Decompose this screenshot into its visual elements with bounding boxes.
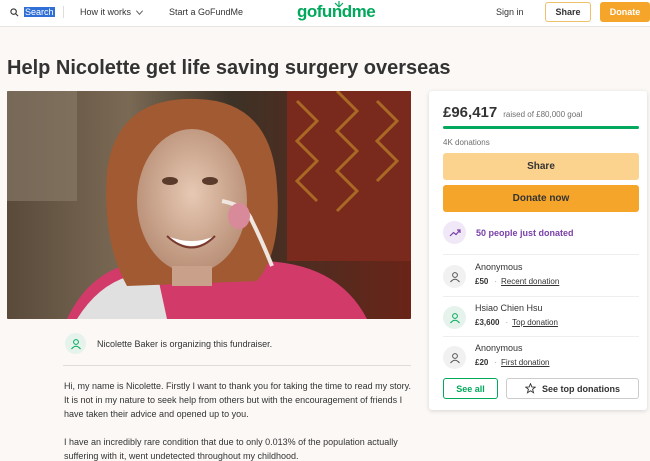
progress-fill [443, 126, 639, 129]
donor-avatar [443, 346, 466, 369]
header-donate-button[interactable]: Donate [600, 2, 650, 22]
donor-item: Anonymous £50 · Recent donation [443, 259, 639, 293]
search-link[interactable]: Search [10, 7, 55, 17]
campaign-story: Hi, my name is Nicolette. Firstly I want… [64, 379, 414, 461]
trend-text: 50 people just donated [476, 227, 574, 238]
donor-tag-link[interactable]: Recent donation [501, 277, 559, 286]
share-button[interactable]: Share [443, 153, 639, 180]
organizer-divider [63, 365, 411, 366]
user-icon [449, 352, 460, 363]
card-divider [443, 336, 639, 337]
sign-in-link[interactable]: Sign in [496, 7, 524, 17]
chevron-down-icon [136, 9, 144, 15]
separator-dot: · [494, 358, 498, 367]
donor-name: Anonymous [475, 262, 523, 272]
campaign-title: Help Nicolette get life saving surgery o… [7, 57, 451, 79]
campaign-photo [7, 91, 411, 319]
donor-meta: £50 · Recent donation [475, 277, 559, 286]
donor-avatar [443, 306, 466, 329]
donor-tag-link[interactable]: First donation [501, 358, 549, 367]
site-header: Search How it works Start a GoFundMe gof… [0, 0, 650, 27]
how-it-works-label: How it works [80, 7, 132, 17]
user-icon [70, 338, 81, 349]
donor-meta: £3,600 · Top donation [475, 318, 558, 327]
start-gofundme-link[interactable]: Start a GoFundMe [169, 7, 243, 17]
search-icon [10, 7, 19, 16]
trend-up-icon [449, 228, 461, 236]
donor-amount: £50 [475, 277, 489, 286]
progress-bar [443, 126, 639, 129]
see-top-donations-button[interactable]: See top donations [506, 378, 639, 399]
search-label: Search [24, 7, 55, 17]
donation-card: £96,417 raised of £80,000 goal 4K donati… [429, 91, 647, 410]
how-it-works-menu[interactable]: How it works [80, 7, 144, 17]
donor-avatar [443, 265, 466, 288]
logo-sun-icon [334, 1, 344, 8]
donor-meta: £20 · First donation [475, 358, 550, 367]
donation-count: 4K donations [443, 138, 490, 147]
see-top-donations-label: See top donations [541, 383, 620, 394]
separator-dot: · [494, 277, 498, 286]
donor-amount: £3,600 [475, 318, 500, 327]
card-divider [443, 296, 639, 297]
donor-name: Anonymous [475, 343, 523, 353]
donor-item: Hsiao Chien Hsu £3,600 · Top donation [443, 300, 639, 334]
raised-summary: £96,417 raised of £80,000 goal [443, 104, 582, 121]
user-icon [449, 271, 460, 282]
see-all-button[interactable]: See all [443, 378, 498, 399]
header-share-button[interactable]: Share [545, 2, 591, 22]
donor-amount: £20 [475, 358, 489, 367]
star-icon [524, 383, 536, 394]
donor-item: Anonymous £20 · First donation [443, 340, 639, 374]
story-paragraph: Hi, my name is Nicolette. Firstly I want… [64, 381, 411, 419]
donation-trend: 50 people just donated [443, 221, 574, 244]
donor-name: Hsiao Chien Hsu [475, 303, 543, 313]
card-divider [443, 254, 639, 255]
donate-now-button[interactable]: Donate now [443, 185, 639, 212]
donor-tag-link[interactable]: Top donation [512, 318, 558, 327]
organizer-text: Nicolette Baker is organizing this fundr… [97, 339, 273, 349]
raised-goal: raised of £80,000 goal [503, 110, 583, 119]
raised-amount: £96,417 [443, 104, 498, 121]
nav-divider [63, 6, 64, 18]
story-paragraph: I have an incredibly rare condition that… [64, 437, 398, 461]
trend-icon-wrap [443, 221, 466, 244]
organizer-avatar [65, 333, 86, 354]
separator-dot: · [505, 318, 509, 327]
user-icon [449, 312, 460, 323]
